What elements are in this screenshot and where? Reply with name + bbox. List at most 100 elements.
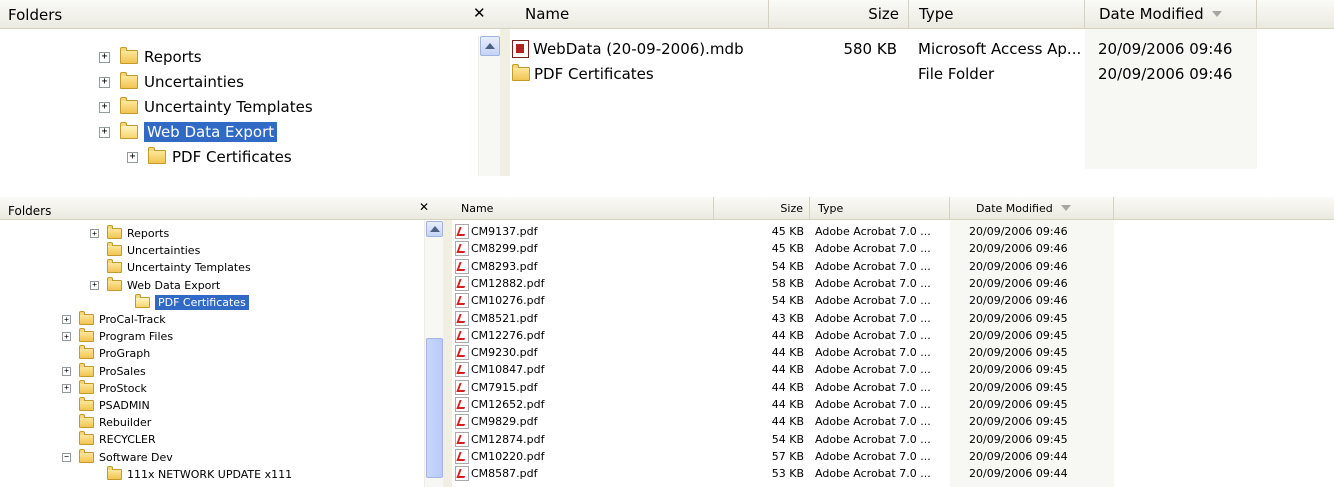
expand-plus-icon[interactable]: + — [99, 51, 110, 63]
tree-item[interactable]: 111x NETWORK UPDATE x111 — [90, 465, 292, 483]
file-name: CM12652.pdf — [471, 398, 545, 411]
tree-item[interactable]: Rebuilder — [62, 414, 151, 431]
file-row[interactable]: CM8521.pdf 43 KB Adobe Acrobat 7.0 ... 20/0… — [455, 310, 1135, 327]
arrow-up-icon — [485, 43, 495, 49]
column-header-type[interactable]: Type — [909, 0, 1085, 28]
tree-item[interactable]: RECYCLER — [62, 431, 156, 448]
file-row[interactable]: CM10220.pdf 57 KB Adobe Acrobat 7.0 ... 20/… — [455, 448, 1135, 465]
file-type: Adobe Acrobat 7.0 ... — [815, 328, 931, 342]
file-date: 20/09/2006 09:46 — [969, 259, 1068, 273]
file-row[interactable]: WebData (20-09-2006).mdb 580 KB Microsof… — [512, 37, 1272, 61]
expand-plus-icon[interactable]: + — [90, 229, 99, 238]
expand-plus-icon[interactable]: + — [62, 366, 71, 376]
tree-item-uncertainties[interactable]: + Uncertainties — [99, 70, 244, 94]
tree-item-pdf-certificates[interactable]: + PDF Certificates — [127, 145, 292, 169]
file-type: Adobe Acrobat 7.0 ... — [815, 225, 931, 238]
file-row[interactable]: CM12276.pdf 44 KB Adobe Acrobat 7.0 ... 20/… — [455, 327, 1135, 344]
folders-pane-title: Folders — [8, 204, 52, 218]
expand-plus-icon[interactable]: + — [99, 76, 110, 88]
file-type: Adobe Acrobat 7.0 ... — [815, 311, 931, 325]
folder-icon — [120, 72, 138, 89]
tree-item-label: Reports — [144, 48, 202, 66]
tree-item-web-data-export[interactable]: + Web Data Export — [99, 120, 278, 144]
file-name: WebData (20-09-2006).mdb — [533, 40, 744, 58]
file-row[interactable]: CM12652.pdf 44 KB Adobe Acrobat 7.0 ... 20/… — [455, 396, 1135, 413]
tree-item[interactable]: Uncertainties — [90, 242, 200, 259]
pane-divider[interactable] — [443, 220, 452, 487]
file-name: CM10847.pdf — [471, 363, 545, 377]
file-row[interactable]: PDF Certificates File Folder 20/09/2006 … — [512, 62, 1272, 86]
file-row[interactable]: CM7915.pdf 44 KB Adobe Acrobat 7.0 ... 20/0… — [455, 379, 1135, 396]
tree-item-label: RECYCLER — [99, 433, 156, 447]
file-date: 20/09/2006 09:45 — [969, 328, 1068, 342]
file-name: CM9137.pdf — [471, 225, 538, 238]
expand-plus-icon[interactable]: + — [99, 101, 110, 113]
pdf-file-icon — [455, 379, 469, 395]
column-header-size[interactable]: Size — [769, 0, 909, 28]
column-header-size-label: Size — [868, 5, 899, 23]
file-row[interactable]: CM10847.pdf 44 KB Adobe Acrobat 7.0 ... 20/… — [455, 361, 1135, 378]
expand-plus-icon[interactable]: + — [62, 383, 71, 393]
file-row[interactable]: CM9829.pdf 44 KB Adobe Acrobat 7.0 ... 20/0… — [455, 413, 1135, 430]
tree-item[interactable]: + Program Files — [62, 328, 173, 345]
tree-item[interactable]: + ProStock — [62, 379, 147, 397]
column-header-date-label: Date Modified — [976, 201, 1053, 215]
column-header-type[interactable]: Type — [810, 197, 950, 219]
tree-item[interactable]: Uncertainty Templates — [90, 259, 251, 276]
tree-item[interactable]: + Reports — [90, 225, 169, 242]
column-header-size[interactable]: Size — [714, 197, 810, 219]
tree-item-uncertainty-templates[interactable]: + Uncertainty Templates — [99, 95, 313, 119]
file-date: 20/09/2006 09:45 — [969, 311, 1068, 325]
folder-icon — [107, 242, 122, 257]
pane-divider[interactable] — [500, 29, 510, 176]
file-name-cell: CM12276.pdf — [455, 327, 545, 343]
file-row[interactable]: CM8293.pdf 54 KB Adobe Acrobat 7.0 ... 20/0… — [455, 258, 1135, 275]
pdf-file-icon — [455, 258, 469, 274]
tree-item[interactable]: ProGraph — [62, 345, 150, 362]
column-header-date-modified[interactable]: Date Modified — [1085, 0, 1257, 28]
tree-item[interactable]: − Software Dev — [62, 448, 173, 466]
folder-icon — [79, 311, 94, 325]
collapse-minus-icon[interactable]: − — [62, 452, 71, 462]
close-folders-button[interactable]: ✕ — [419, 200, 429, 214]
expand-plus-icon[interactable]: + — [99, 126, 110, 138]
file-row[interactable]: CM10276.pdf 54 KB Adobe Acrobat 7.0 ... 20/… — [455, 292, 1135, 309]
file-name: CM8299.pdf — [471, 242, 538, 256]
column-header-name[interactable]: Name — [517, 0, 769, 28]
scroll-up-button[interactable] — [480, 36, 500, 56]
file-name-cell: CM9829.pdf — [455, 414, 538, 430]
tree-item-reports[interactable]: + Reports — [99, 45, 202, 69]
file-row[interactable]: CM12882.pdf 58 KB Adobe Acrobat 7.0 ... 20/… — [455, 275, 1135, 292]
expand-plus-icon[interactable]: + — [127, 151, 138, 163]
expand-plus-icon[interactable]: + — [62, 315, 71, 324]
file-name-cell: CM12874.pdf — [455, 431, 545, 447]
file-row[interactable]: CM12874.pdf 54 KB Adobe Acrobat 7.0 ... 20/… — [455, 431, 1135, 448]
file-row[interactable]: CM9137.pdf 45 KB Adobe Acrobat 7.0 ... 20/0… — [455, 223, 1135, 240]
tree-item[interactable]: + ProSales — [62, 362, 146, 380]
folder-icon — [107, 465, 122, 480]
close-folders-button[interactable]: ✕ — [473, 4, 486, 22]
tree-scrollbar[interactable] — [478, 36, 501, 176]
expand-plus-icon[interactable]: + — [62, 332, 71, 342]
column-header-date-modified[interactable]: Date Modified — [950, 197, 1114, 219]
tree-item[interactable]: + ProCal-Track — [62, 311, 166, 328]
pdf-file-icon — [455, 293, 469, 309]
expand-plus-icon[interactable]: + — [90, 280, 99, 290]
tree-scrollbar[interactable] — [424, 221, 444, 487]
tree-item[interactable]: + Web Data Export — [90, 276, 220, 294]
folder-icon — [120, 47, 138, 64]
file-type: Adobe Acrobat 7.0 ... — [815, 363, 931, 377]
file-row[interactable]: CM8587.pdf 53 KB Adobe Acrobat 7.0 ... 20/0… — [455, 465, 1135, 482]
tree-item[interactable]: PSADMIN — [62, 397, 150, 414]
column-header-name[interactable]: Name — [454, 197, 714, 219]
file-name-cell: CM9230.pdf — [455, 345, 538, 361]
file-row[interactable]: CM8299.pdf 45 KB Adobe Acrobat 7.0 ... 20/0… — [455, 240, 1135, 257]
file-date: 20/09/2006 09:46 — [969, 276, 1068, 290]
file-row[interactable]: CM9230.pdf 44 KB Adobe Acrobat 7.0 ... 20/0… — [455, 344, 1135, 361]
scroll-thumb[interactable] — [426, 338, 443, 478]
file-size: 43 KB — [771, 311, 804, 325]
tree-item[interactable]: PDF Certificates — [118, 293, 249, 311]
folder-icon — [79, 362, 94, 377]
tree-item-label: Uncertainty Templates — [144, 98, 313, 116]
scroll-up-button[interactable] — [426, 221, 443, 237]
